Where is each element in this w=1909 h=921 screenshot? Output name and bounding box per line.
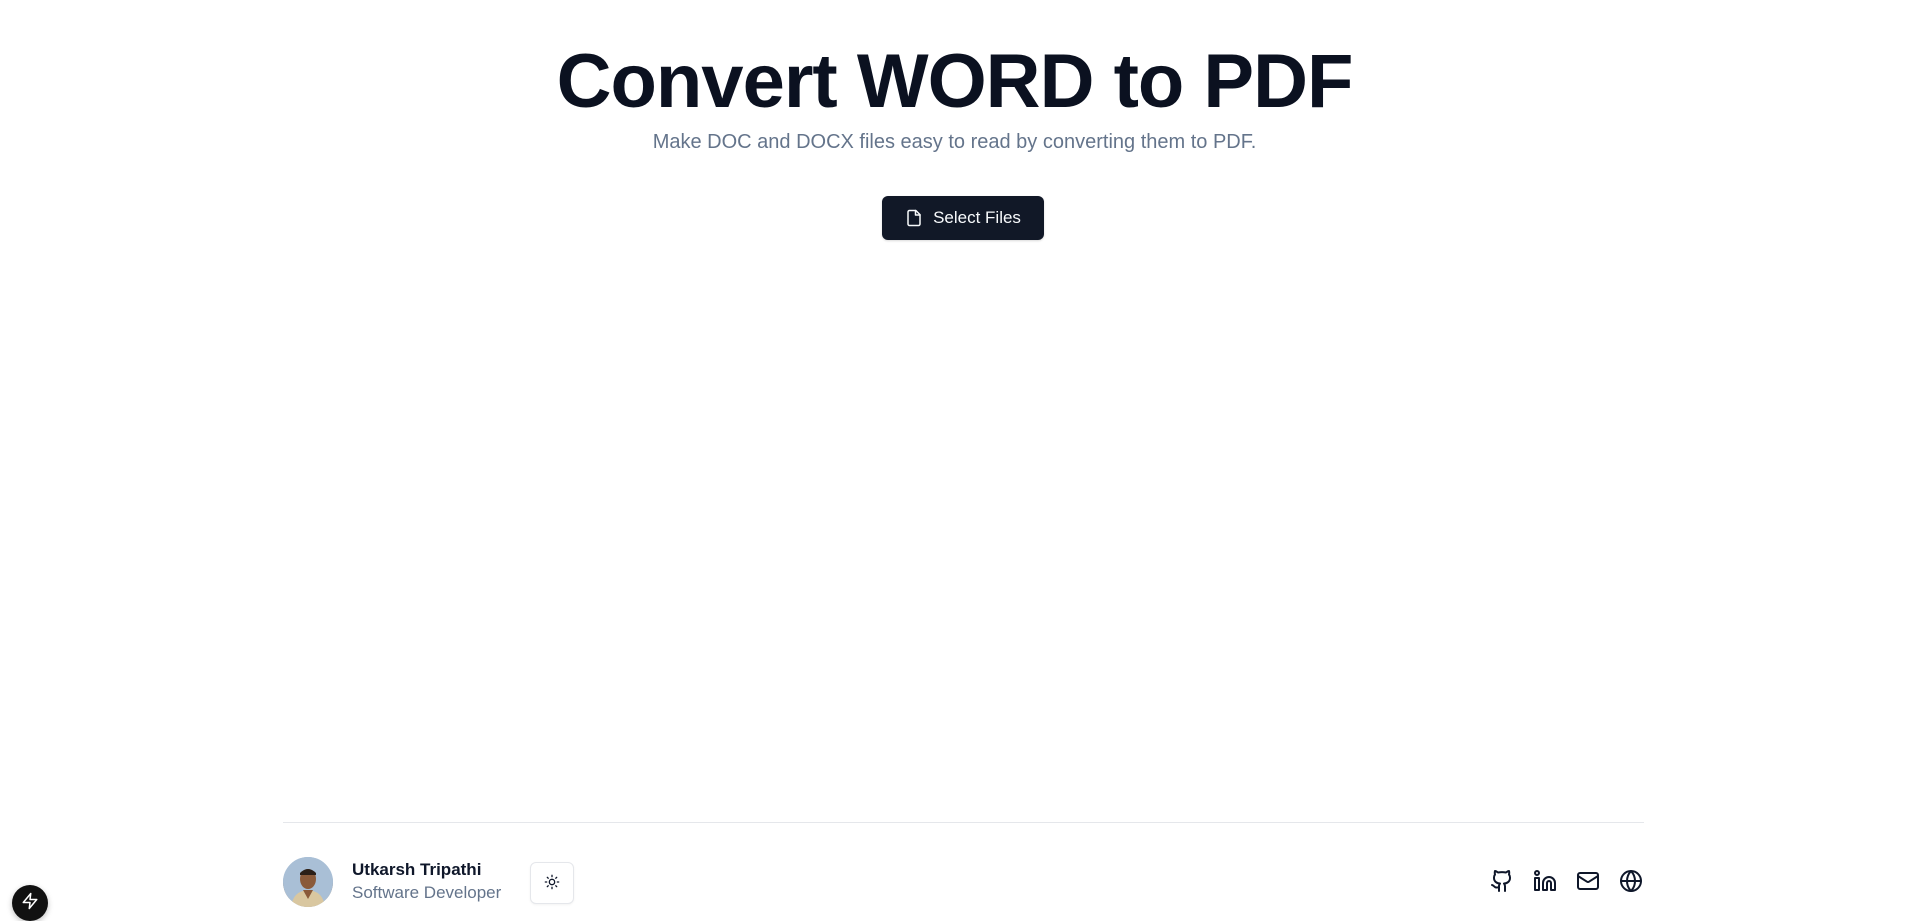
page-subtitle: Make DOC and DOCX files easy to read by … xyxy=(652,131,1257,153)
lightning-icon xyxy=(21,892,39,915)
author-role: Software Developer xyxy=(352,883,502,902)
linkedin-link[interactable] xyxy=(1532,869,1558,898)
file-icon xyxy=(905,209,923,227)
dev-tools-badge[interactable] xyxy=(12,885,48,921)
author-name: Utkarsh Tripathi xyxy=(352,860,482,879)
select-files-label: Select Files xyxy=(933,208,1021,227)
author-info: Utkarsh Tripathi Software Developer xyxy=(283,857,501,907)
website-link[interactable] xyxy=(1618,869,1644,898)
select-files-button[interactable]: Select Files xyxy=(882,196,1044,240)
page-title: Convert WORD to PDF xyxy=(556,39,1354,124)
email-link[interactable] xyxy=(1575,870,1601,896)
mail-icon xyxy=(1576,869,1600,898)
linkedin-icon xyxy=(1533,869,1557,898)
social-links xyxy=(1489,869,1644,898)
sun-icon xyxy=(544,874,560,893)
avatar xyxy=(283,857,333,907)
github-icon xyxy=(1490,869,1514,898)
theme-toggle-button[interactable] xyxy=(530,862,574,904)
author-text: Utkarsh Tripathi Software Developer xyxy=(352,859,501,905)
hero-section: Convert WORD to PDF Make DOC and DOCX fi… xyxy=(0,0,1909,156)
footer: Utkarsh Tripathi Software Developer xyxy=(283,822,1644,921)
github-link[interactable] xyxy=(1489,869,1515,898)
page: Convert WORD to PDF Make DOC and DOCX fi… xyxy=(0,0,1909,921)
globe-icon xyxy=(1619,869,1643,898)
